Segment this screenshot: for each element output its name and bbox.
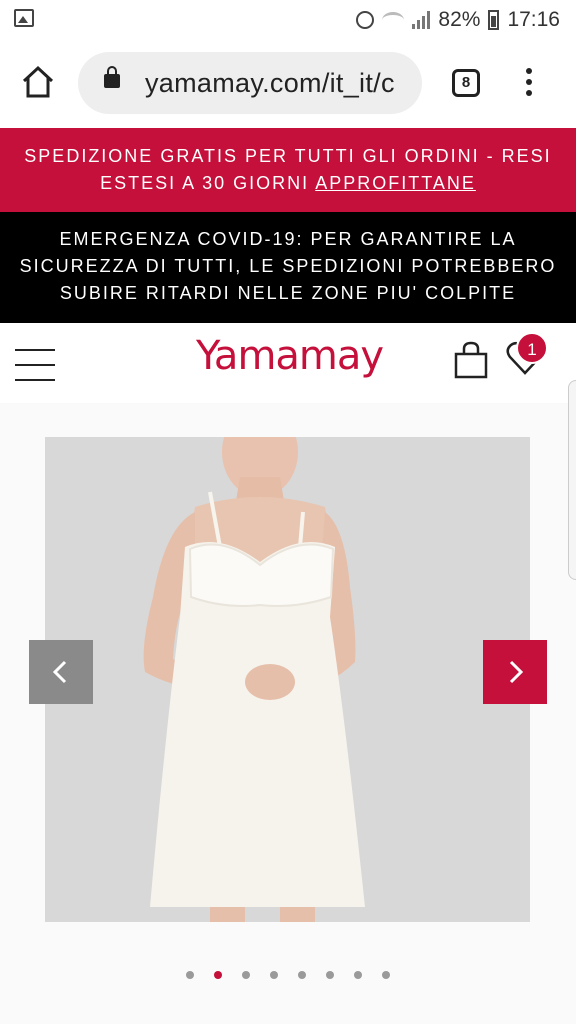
covid-line-3: SUBIRE RITARDI NELLE ZONE PIU' COLPITE <box>59 283 517 303</box>
gallery-dot[interactable] <box>270 971 278 979</box>
gallery-dot[interactable] <box>326 971 334 979</box>
covid-line-1: EMERGENZA COVID-19: PER GARANTIRE LA <box>59 229 517 249</box>
covid-banner: EMERGENZA COVID-19: PER GARANTIRE LA SIC… <box>0 212 576 323</box>
gallery-pagination <box>0 966 576 984</box>
url-text[interactable]: yamamay.com/it_it/c <box>145 68 395 99</box>
lock-icon <box>104 66 120 88</box>
gallery-dot[interactable] <box>382 971 390 979</box>
alarm-icon <box>356 11 375 29</box>
home-icon[interactable] <box>20 64 56 100</box>
product-image[interactable] <box>45 437 530 922</box>
covid-line-2: SICUREZZA DI TUTTI, LE SPEDIZIONI POTREB… <box>19 256 557 276</box>
chevron-right-icon <box>509 660 524 684</box>
shopping-bag-icon[interactable] <box>454 341 488 379</box>
gallery-next-button[interactable] <box>483 640 547 704</box>
brand-logo[interactable]: Yamamay <box>196 333 384 379</box>
battery-percent: 82% <box>438 8 481 31</box>
signal-icon <box>412 11 431 29</box>
gallery-dot[interactable] <box>242 971 250 979</box>
tabs-icon[interactable]: 8 <box>452 69 480 97</box>
promo-text: ESTESI A 30 GIORNI <box>100 173 310 193</box>
gallery-icon <box>14 9 34 27</box>
site-header: Yamamay <box>0 323 576 403</box>
gallery-dot[interactable] <box>186 971 194 979</box>
wifi-icon <box>382 12 405 28</box>
gallery-prev-button[interactable] <box>29 640 93 704</box>
gallery-dot[interactable] <box>298 971 306 979</box>
clock: 17:16 <box>507 8 560 31</box>
battery-icon <box>488 10 500 30</box>
wishlist-count-badge: 1 <box>516 332 548 364</box>
promo-line-2: ESTESI A 30 GIORNI APPROFITTANE <box>0 170 576 197</box>
hamburger-menu-icon[interactable] <box>15 349 55 381</box>
promo-link[interactable]: APPROFITTANE <box>315 173 476 193</box>
address-bar[interactable]: yamamay.com/it_it/c <box>78 52 422 114</box>
promo-banner: SPEDIZIONE GRATIS PER TUTTI GLI ORDINI -… <box>0 128 576 212</box>
chevron-left-icon <box>52 660 67 684</box>
more-vert-icon[interactable] <box>526 68 534 98</box>
gallery-dot[interactable] <box>354 971 362 979</box>
status-bar: 82% 17:16 <box>0 0 576 40</box>
edge-panel-handle[interactable] <box>568 380 576 580</box>
status-icons: 82% 17:16 <box>356 6 560 34</box>
gallery-dot[interactable] <box>214 971 222 979</box>
promo-line-1: SPEDIZIONE GRATIS PER TUTTI GLI ORDINI -… <box>24 146 552 166</box>
nightgown-illustration <box>45 437 530 922</box>
browser-toolbar: yamamay.com/it_it/c 8 <box>0 40 576 128</box>
